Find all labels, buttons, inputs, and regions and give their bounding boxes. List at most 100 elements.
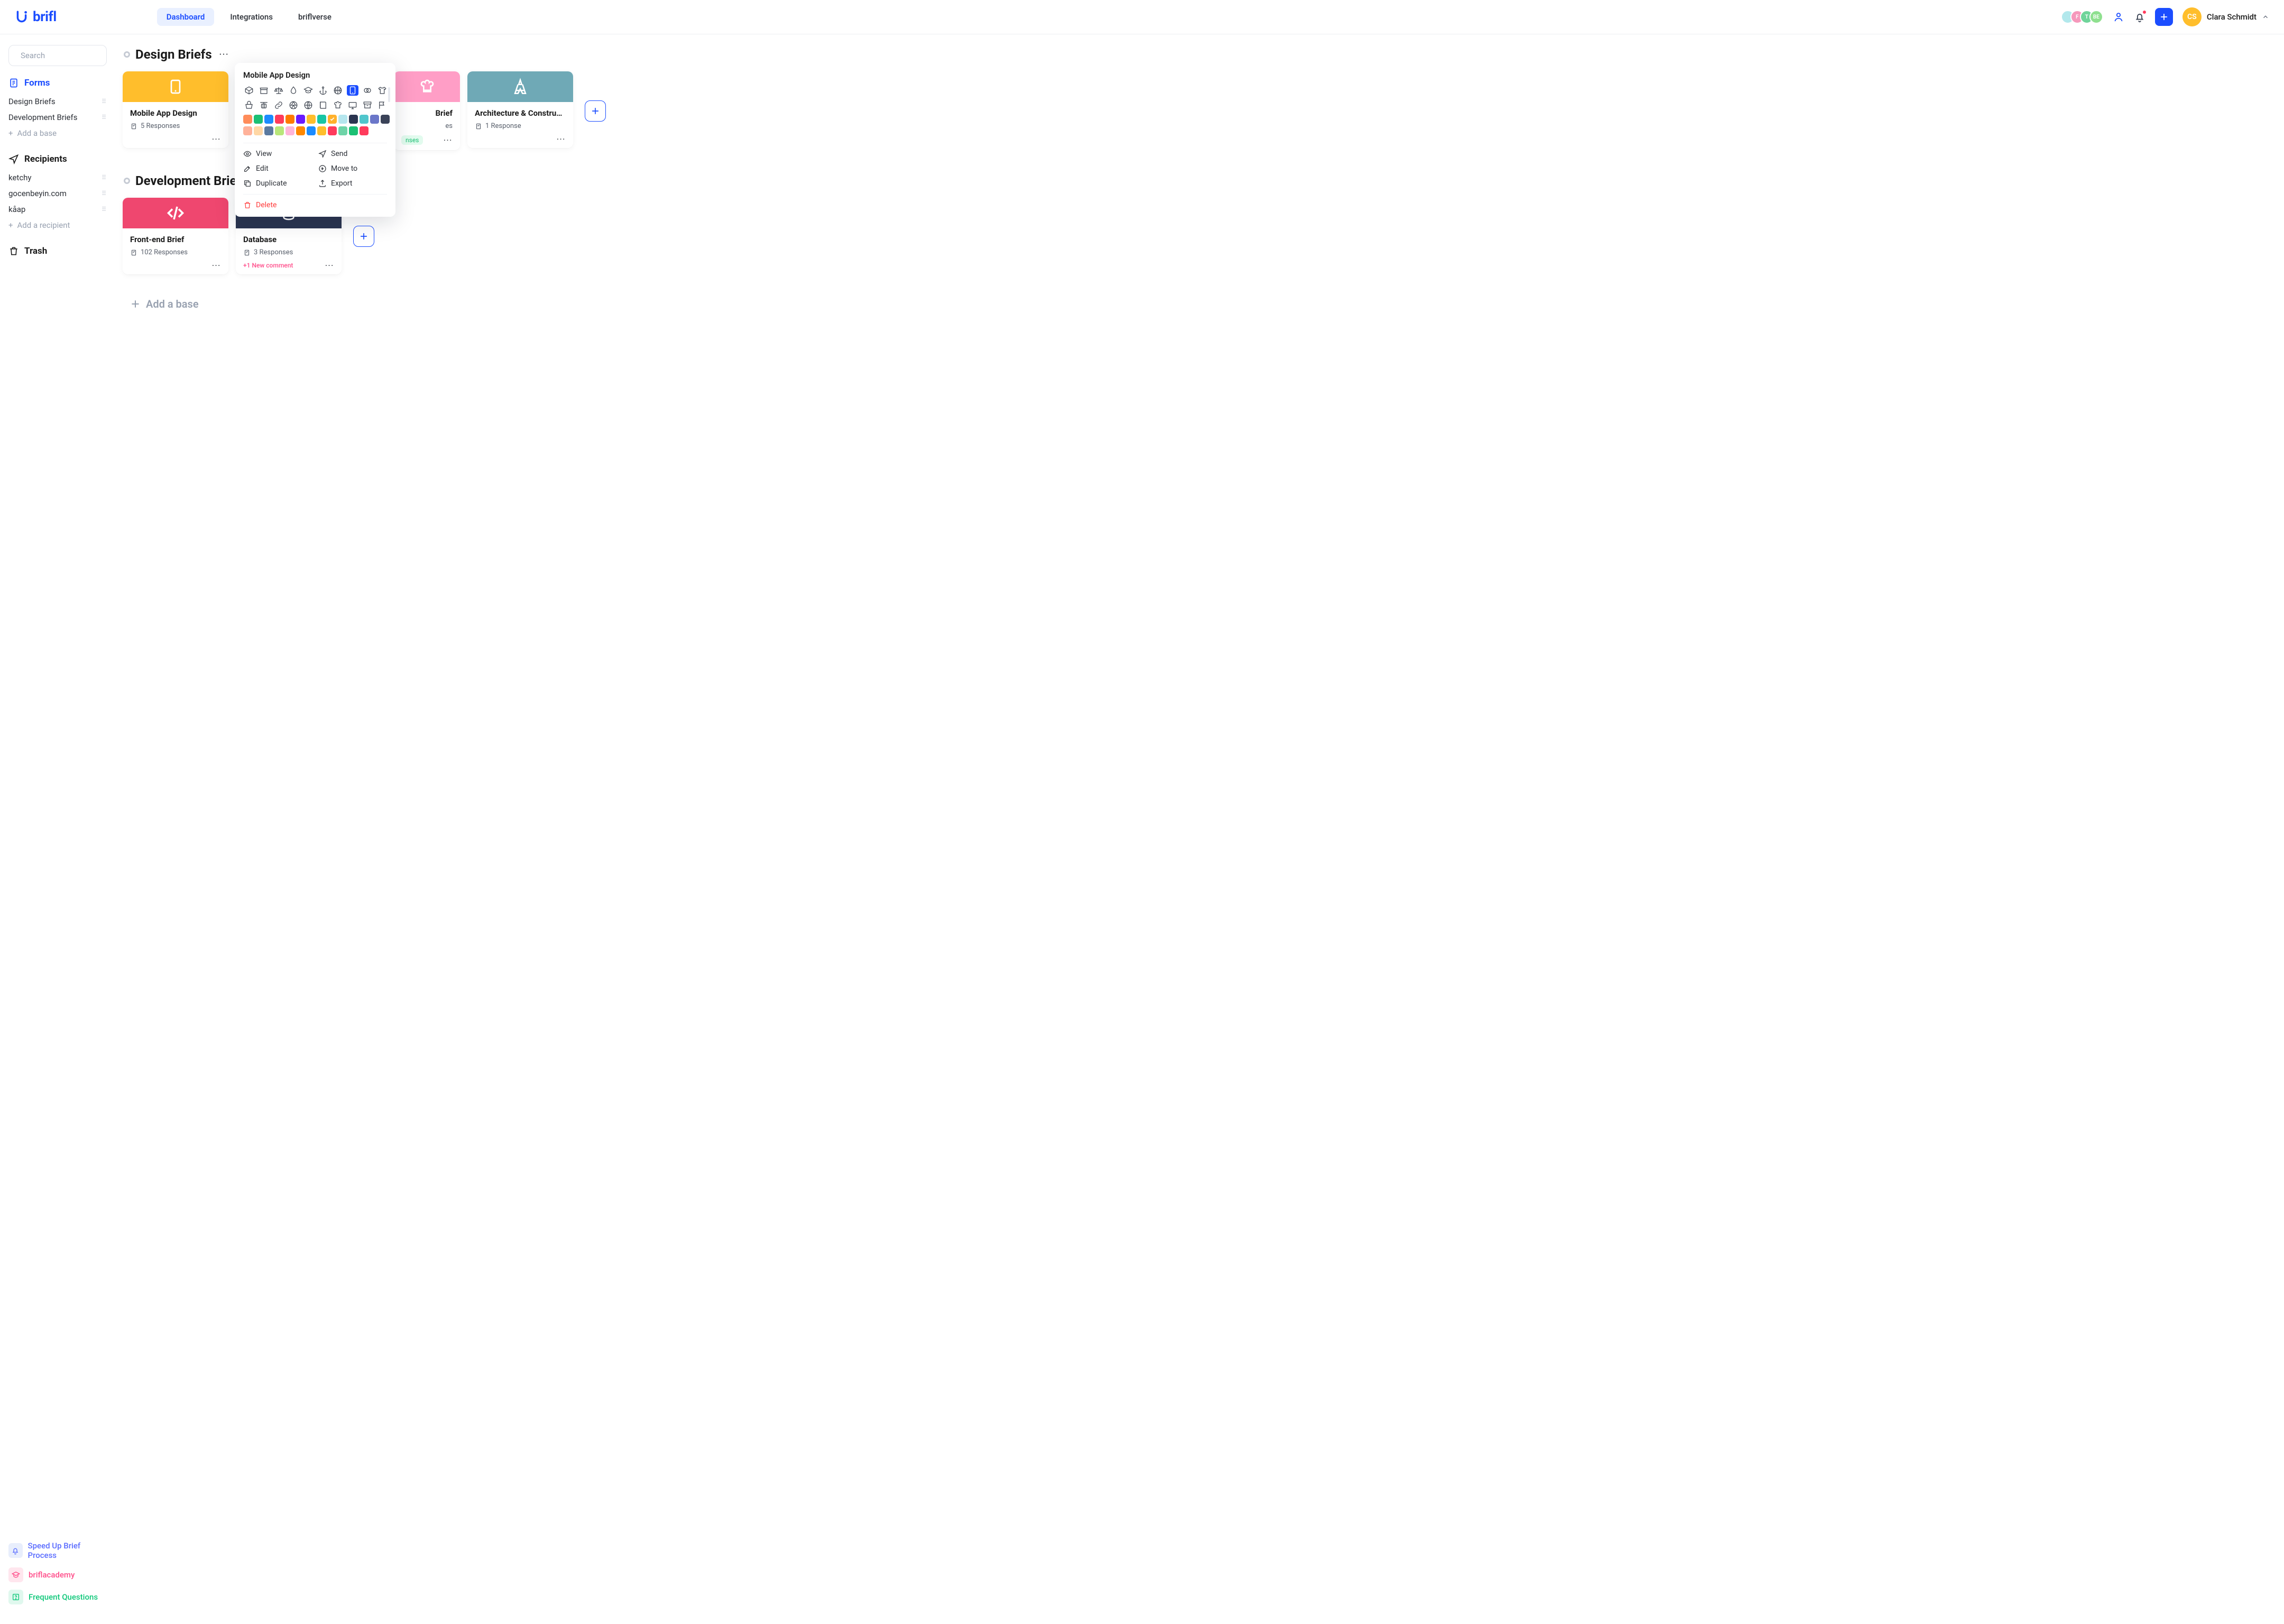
anchor-icon[interactable] (317, 85, 329, 96)
action-delete[interactable]: Delete (243, 194, 387, 209)
tshirt-icon[interactable] (376, 85, 388, 96)
sidebar-item-recipient[interactable]: ketchy ⠿ (8, 170, 107, 186)
action-move-to[interactable]: Move to (318, 164, 387, 173)
color-swatch[interactable] (328, 115, 337, 124)
color-swatch[interactable] (307, 115, 316, 124)
box-icon[interactable] (243, 85, 255, 96)
archive-icon[interactable] (362, 100, 373, 110)
footer-academy[interactable]: briflacademy (8, 1567, 107, 1582)
color-swatch[interactable] (370, 115, 379, 124)
scale-icon[interactable] (273, 85, 284, 96)
footer-faq[interactable]: Frequent Questions (8, 1590, 107, 1604)
notifications-icon[interactable] (2134, 11, 2145, 23)
color-swatch[interactable] (243, 115, 252, 124)
color-swatch[interactable] (286, 126, 294, 135)
overlap-icon[interactable] (362, 85, 373, 96)
footer-speed-up[interactable]: Speed Up Brief Process (8, 1541, 107, 1560)
brief-card[interactable]: Architecture & Construc... 1 Response ··… (467, 71, 573, 148)
sidebar-forms-title[interactable]: Forms (8, 78, 107, 88)
drag-handle-icon[interactable]: ⠿ (102, 174, 107, 181)
drag-handle-icon[interactable]: ⠿ (102, 190, 107, 197)
color-swatch[interactable] (349, 115, 358, 124)
color-swatch[interactable] (275, 126, 284, 135)
color-swatch[interactable] (360, 126, 369, 135)
color-swatch[interactable] (307, 126, 316, 135)
action-send[interactable]: Send (318, 150, 387, 158)
add-recipient-link[interactable]: + Add a recipient (8, 217, 107, 233)
brief-card[interactable]: Mobile App Design 5 Responses ··· (123, 71, 228, 148)
color-swatch[interactable] (243, 126, 252, 135)
color-swatch[interactable] (286, 115, 294, 124)
search-box[interactable] (8, 45, 107, 66)
globe-icon[interactable] (302, 100, 314, 110)
nav-dashboard[interactable]: Dashboard (157, 8, 215, 26)
section-title: Development Brie (135, 173, 236, 188)
color-swatch[interactable] (275, 115, 284, 124)
droplet-icon[interactable] (288, 85, 299, 96)
nav-integrations[interactable]: Integrations (220, 8, 282, 26)
sidebar-item-development-briefs[interactable]: Development Briefs ⠿ (8, 109, 107, 125)
sidebar-item-recipient[interactable]: kåap ⠿ (8, 201, 107, 217)
link-icon[interactable] (273, 100, 284, 110)
drag-handle-icon[interactable]: ⠿ (102, 98, 107, 105)
color-swatch[interactable] (317, 126, 326, 135)
color-swatch[interactable] (381, 115, 390, 124)
book-icon[interactable] (317, 100, 329, 110)
add-base-main[interactable]: Add a base (130, 298, 2279, 310)
top-nav: Dashboard Integrations briflverse (157, 8, 341, 26)
brief-card[interactable]: Brief es nses ··· (394, 71, 460, 150)
sidebar-item-recipient[interactable]: gocenbeyin.com ⠿ (8, 186, 107, 201)
action-edit[interactable]: Edit (243, 164, 312, 173)
color-swatch[interactable] (254, 115, 263, 124)
flag-icon[interactable] (376, 100, 388, 110)
action-388[interactable]: Export (318, 179, 387, 188)
basket-icon[interactable] (243, 100, 255, 110)
color-swatch[interactable] (317, 115, 326, 124)
forms-icon (8, 78, 19, 88)
user-menu[interactable]: CS Clara Schmidt (2182, 7, 2269, 26)
card-more-button[interactable]: ··· (557, 135, 566, 143)
color-swatch[interactable] (338, 115, 347, 124)
add-new-button[interactable] (2155, 8, 2173, 26)
chef-icon[interactable] (332, 100, 344, 110)
color-swatch[interactable] (296, 126, 305, 135)
color-swatch[interactable] (360, 115, 369, 124)
drag-handle-icon[interactable]: ⠿ (102, 114, 107, 121)
card-more-button[interactable]: ··· (444, 136, 453, 144)
color-swatch[interactable] (254, 126, 263, 135)
color-swatch[interactable] (338, 126, 347, 135)
drag-handle-icon[interactable]: ⠿ (102, 206, 107, 213)
storefront-icon[interactable] (258, 85, 270, 96)
color-swatch[interactable] (296, 115, 305, 124)
sidebar-recipients-title[interactable]: Recipients (8, 154, 107, 164)
card-more-button[interactable]: ··· (212, 135, 221, 143)
logo[interactable]: brifl (15, 9, 57, 25)
color-swatch[interactable] (264, 115, 273, 124)
color-swatch[interactable] (328, 126, 337, 135)
add-card-button[interactable] (585, 100, 606, 122)
cable-car-icon[interactable] (258, 100, 270, 110)
nav-briflverse[interactable]: briflverse (289, 8, 341, 26)
tablet-icon[interactable] (347, 85, 358, 96)
invite-icon[interactable] (2113, 11, 2124, 23)
graduation-icon[interactable] (302, 85, 314, 96)
card-title: Mobile App Design (130, 108, 221, 118)
collaborator-avatars[interactable]: F T BE (2065, 10, 2103, 24)
sidebar-trash[interactable]: Trash (8, 246, 107, 256)
brief-card[interactable]: Front-end Brief 102 Responses ··· (123, 198, 228, 274)
action-duplicate[interactable]: Duplicate (243, 179, 312, 188)
basketball-icon[interactable] (332, 85, 344, 96)
sidebar-item-design-briefs[interactable]: Design Briefs ⠿ (8, 94, 107, 109)
monitor-icon[interactable] (347, 100, 358, 110)
color-swatch[interactable] (264, 126, 273, 135)
card-more-button[interactable]: ··· (212, 262, 221, 269)
search-input[interactable] (21, 51, 126, 60)
add-base-link[interactable]: + Add a base (8, 125, 107, 141)
aperture-icon[interactable] (288, 100, 299, 110)
add-card-button[interactable] (353, 226, 374, 247)
section-more-button[interactable]: ··· (219, 50, 229, 59)
color-swatch[interactable] (349, 126, 358, 135)
action-view[interactable]: View (243, 150, 312, 158)
card-more-button[interactable]: ··· (325, 262, 334, 269)
responses-text: 3 Responses (254, 248, 293, 256)
